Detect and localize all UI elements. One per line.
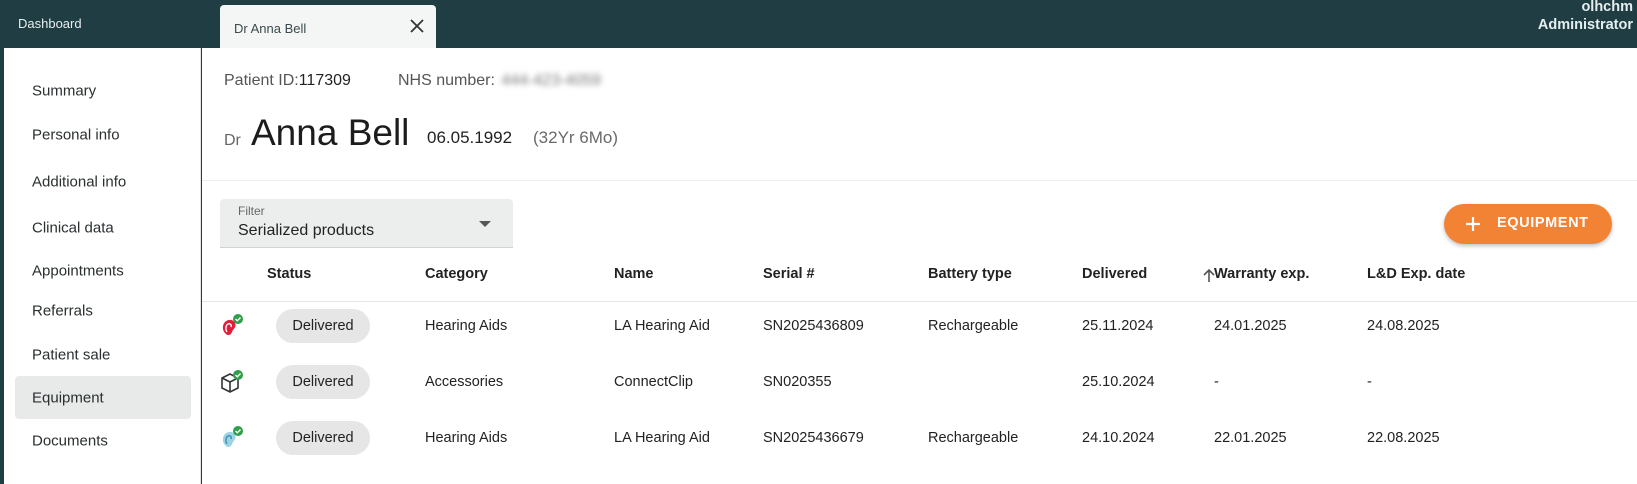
- header-divider: [202, 180, 1637, 181]
- column-header-name[interactable]: Name: [614, 266, 654, 282]
- box-icon: [221, 370, 243, 393]
- status-badge: Delivered: [276, 421, 370, 455]
- cell-delivered: 25.11.2024: [1082, 318, 1154, 334]
- cell-ld-exp-date: 24.08.2025: [1367, 318, 1440, 334]
- main-content: Patient ID:117309 NHS number: 444-423-40…: [202, 48, 1637, 484]
- cell-delivered: 24.10.2024: [1082, 430, 1155, 446]
- status-badge: Delivered: [276, 365, 370, 399]
- cell-category: Hearing Aids: [425, 318, 508, 334]
- patient-id-value: 117309: [298, 72, 351, 89]
- tab-patient-label: Dr Anna Bell: [234, 21, 307, 36]
- patient-dob: 06.05.1992: [427, 128, 513, 147]
- cell-serial: SN2025436809: [763, 318, 864, 334]
- table-row[interactable]: Delivered Accessories ConnectClip SN0203…: [202, 354, 1637, 410]
- sidebar-item-label: Documents: [32, 432, 108, 449]
- sidebar-item-label: Appointments: [32, 262, 124, 279]
- sidebar-item-label: Clinical data: [32, 219, 114, 236]
- sidebar-item-additional-info[interactable]: Additional info: [15, 160, 191, 203]
- tab-patient[interactable]: Dr Anna Bell: [220, 5, 436, 48]
- sidebar-item-label: Equipment: [32, 389, 104, 406]
- sidebar-item-label: Personal info: [32, 126, 120, 143]
- cell-serial: SN2025436679: [763, 430, 864, 446]
- sidebar-item-appointments[interactable]: Appointments: [15, 249, 191, 292]
- sidebar-item-documents[interactable]: Documents: [15, 419, 191, 462]
- table-row[interactable]: Delivered Hearing Aids LA Hearing Aid SN…: [202, 298, 1637, 354]
- cell-battery-type: Rechargeable: [928, 430, 1019, 446]
- column-header-status[interactable]: Status: [267, 266, 311, 282]
- sidebar-item-referrals[interactable]: Referrals: [15, 289, 191, 332]
- cell-name: ConnectClip: [614, 374, 693, 390]
- sidebar: Summary Personal info Additional info Cl…: [4, 48, 201, 484]
- add-equipment-button[interactable]: EQUIPMENT: [1444, 204, 1612, 244]
- sidebar-item-label: Summary: [32, 82, 97, 99]
- chevron-down-icon: [479, 221, 491, 227]
- column-header-ld-exp-date[interactable]: L&D Exp. date: [1367, 266, 1465, 282]
- sidebar-item-summary[interactable]: Summary: [15, 69, 191, 112]
- sidebar-item-label: Referrals: [32, 302, 93, 319]
- red-hearing-aid-icon: [222, 314, 243, 336]
- top-bar: Dashboard Dr Anna Bell olhchm Administra…: [0, 0, 1637, 48]
- close-icon[interactable]: [408, 17, 426, 35]
- column-header-delivered[interactable]: Delivered: [1082, 266, 1147, 282]
- nhs-number-value: 444-423-4059: [501, 72, 602, 89]
- nhs-number: NHS number: 444-423-4059: [398, 72, 602, 89]
- filter-label: Filter: [238, 204, 265, 218]
- user-name: olhchm: [1581, 0, 1633, 15]
- sidebar-item-clinical-data[interactable]: Clinical data: [15, 206, 191, 249]
- sidebar-item-label: Patient sale: [32, 346, 111, 363]
- sidebar-item-equipment[interactable]: Equipment: [15, 376, 191, 419]
- filter-value: Serialized products: [238, 222, 375, 239]
- blue-hearing-aid-icon: [222, 426, 243, 448]
- cell-warranty-exp: 22.01.2025: [1214, 430, 1287, 446]
- column-header-serial[interactable]: Serial #: [763, 266, 815, 282]
- cell-serial: SN020355: [763, 374, 832, 390]
- sidebar-item-patient-sale[interactable]: Patient sale: [15, 333, 191, 376]
- cell-name: LA Hearing Aid: [614, 430, 710, 446]
- plus-icon: [1466, 217, 1480, 231]
- tab-dashboard[interactable]: Dashboard: [18, 16, 82, 31]
- cell-battery-type: Rechargeable: [928, 318, 1019, 334]
- sidebar-item-personal-info[interactable]: Personal info: [15, 113, 191, 156]
- column-header-category[interactable]: Category: [425, 266, 488, 282]
- sidebar-item-label: Additional info: [32, 173, 127, 190]
- table-row[interactable]: Delivered Hearing Aids LA Hearing Aid SN…: [202, 410, 1637, 466]
- patient-id: Patient ID:117309: [224, 72, 351, 89]
- cell-name: LA Hearing Aid: [614, 318, 710, 334]
- patient-name: Anna Bell: [251, 112, 410, 153]
- user-info[interactable]: olhchm Administrator: [1538, 0, 1633, 34]
- cell-ld-exp-date: 22.08.2025: [1367, 430, 1440, 446]
- user-role: Administrator: [1537, 17, 1633, 33]
- add-equipment-label: EQUIPMENT: [1497, 215, 1589, 231]
- column-header-warranty-exp[interactable]: Warranty exp.: [1214, 266, 1309, 282]
- cell-category: Hearing Aids: [425, 430, 508, 446]
- column-header-battery-type[interactable]: Battery type: [928, 266, 1012, 282]
- cell-warranty-exp: 24.01.2025: [1214, 318, 1287, 334]
- patient-age: (32Yr 6Mo): [533, 128, 619, 147]
- patient-prefix: Dr: [224, 132, 241, 149]
- cell-category: Accessories: [425, 374, 504, 390]
- cell-warranty-exp: -: [1214, 374, 1219, 390]
- status-badge: Delivered: [276, 309, 370, 343]
- cell-ld-exp-date: -: [1367, 374, 1372, 390]
- filter-select[interactable]: Filter Serialized products: [220, 199, 513, 248]
- cell-delivered: 25.10.2024: [1082, 374, 1155, 390]
